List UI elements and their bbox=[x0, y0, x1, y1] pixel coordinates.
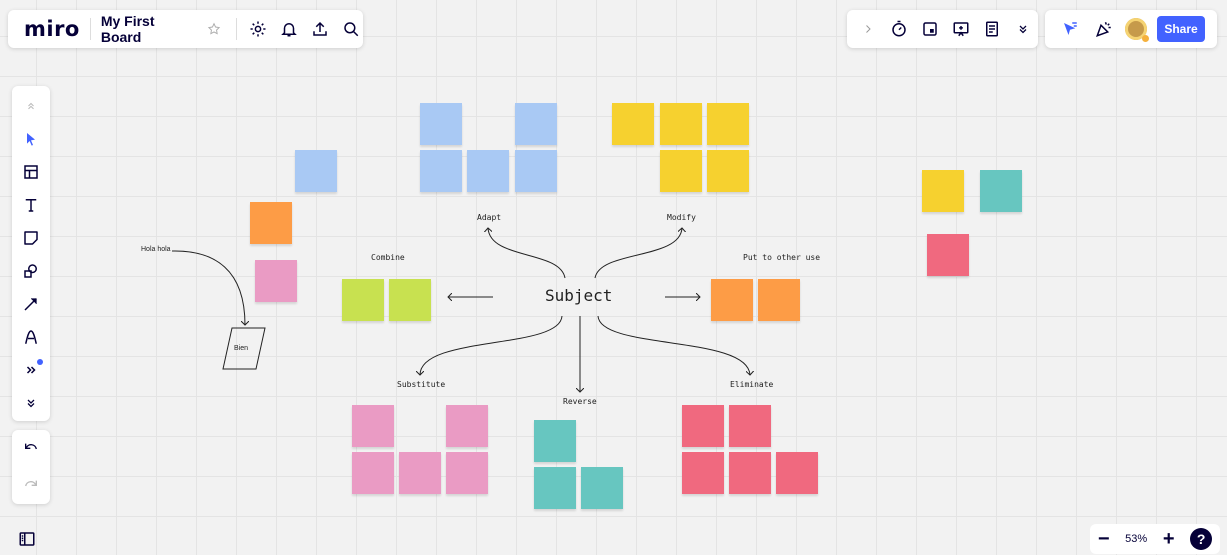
sticky-note-orange[interactable] bbox=[250, 202, 292, 244]
eliminate-label[interactable]: Eliminate bbox=[730, 380, 773, 389]
sticky-note-green[interactable] bbox=[342, 279, 384, 321]
sticky-note-yellow[interactable] bbox=[922, 170, 964, 212]
sticky-note-pink[interactable] bbox=[399, 452, 441, 494]
modify-label[interactable]: Modify bbox=[667, 213, 696, 222]
sticky-note-blue[interactable] bbox=[295, 150, 337, 192]
sticky-note-orange[interactable] bbox=[711, 279, 753, 321]
sticky-note-red[interactable] bbox=[682, 405, 724, 447]
sticky-note-blue[interactable] bbox=[515, 103, 557, 145]
sticky-note-pink[interactable] bbox=[352, 452, 394, 494]
sticky-note-pink[interactable] bbox=[446, 405, 488, 447]
sticky-note-blue[interactable] bbox=[420, 150, 462, 192]
adapt-label[interactable]: Adapt bbox=[477, 213, 501, 222]
sticky-note-yellow[interactable] bbox=[660, 103, 702, 145]
sticky-note-red[interactable] bbox=[729, 405, 771, 447]
reverse-label[interactable]: Reverse bbox=[563, 397, 597, 406]
sticky-note-teal[interactable] bbox=[534, 467, 576, 509]
sticky-note-green[interactable] bbox=[389, 279, 431, 321]
sticky-note-red[interactable] bbox=[682, 452, 724, 494]
sticky-note-orange[interactable] bbox=[758, 279, 800, 321]
substitute-label[interactable]: Substitute bbox=[397, 380, 445, 389]
sticky-note-pink[interactable] bbox=[446, 452, 488, 494]
sticky-note-red[interactable] bbox=[776, 452, 818, 494]
hola-label[interactable]: Hola hola bbox=[141, 246, 171, 253]
sticky-note-red[interactable] bbox=[927, 234, 969, 276]
sticky-note-red[interactable] bbox=[729, 452, 771, 494]
put-to-other-use-label[interactable]: Put to other use bbox=[743, 253, 820, 262]
sticky-note-teal[interactable] bbox=[581, 467, 623, 509]
sticky-note-yellow[interactable] bbox=[707, 150, 749, 192]
bien-label[interactable]: Bien bbox=[234, 345, 248, 352]
sticky-note-pink[interactable] bbox=[255, 260, 297, 302]
subject-label[interactable]: Subject bbox=[545, 286, 612, 305]
sticky-note-blue[interactable] bbox=[467, 150, 509, 192]
sticky-note-yellow[interactable] bbox=[612, 103, 654, 145]
sticky-note-teal[interactable] bbox=[980, 170, 1022, 212]
sticky-note-blue[interactable] bbox=[515, 150, 557, 192]
sticky-note-yellow[interactable] bbox=[707, 103, 749, 145]
sticky-note-blue[interactable] bbox=[420, 103, 462, 145]
sticky-note-pink[interactable] bbox=[352, 405, 394, 447]
sticky-note-yellow[interactable] bbox=[660, 150, 702, 192]
combine-label[interactable]: Combine bbox=[371, 253, 405, 262]
sticky-note-teal[interactable] bbox=[534, 420, 576, 462]
